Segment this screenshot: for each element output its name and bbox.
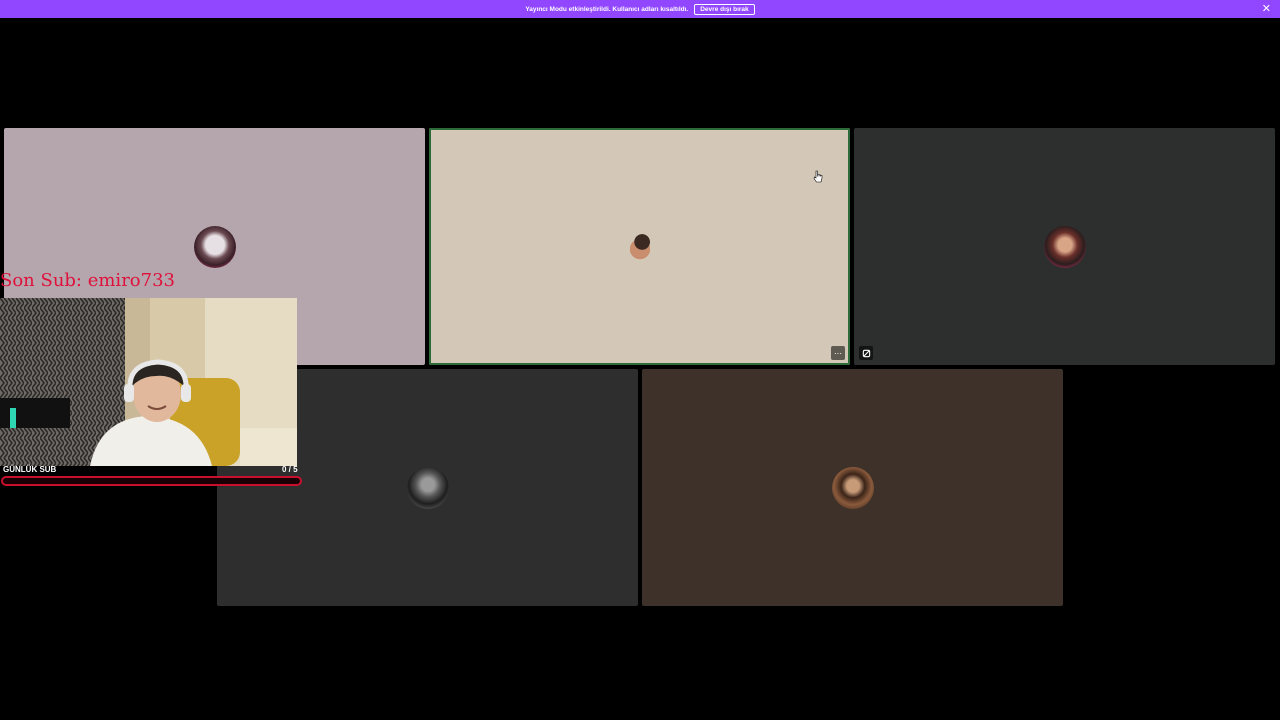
last-sub-label: Son Sub: emiro733 bbox=[0, 270, 175, 291]
participant-tile[interactable] bbox=[854, 128, 1275, 365]
daily-sub-goal-label: GÜNLÜK SUB bbox=[3, 465, 57, 474]
close-icon[interactable]: ✕ bbox=[1262, 2, 1271, 16]
participant-avatar bbox=[194, 226, 236, 268]
participant-avatar bbox=[1044, 226, 1086, 268]
participant-avatar bbox=[407, 467, 449, 509]
daily-sub-goal-count: 0 / 5 bbox=[282, 465, 298, 474]
participant-tile-active-speaker[interactable]: ⋯ bbox=[429, 128, 850, 365]
participant-avatar bbox=[619, 226, 661, 268]
participant-avatar bbox=[832, 467, 874, 509]
pointer-hand-icon bbox=[813, 170, 823, 183]
daily-sub-goal-bar bbox=[1, 476, 302, 486]
more-options-icon[interactable]: ⋯ bbox=[831, 346, 845, 360]
banner-message: Yayıncı Modu etkinleştirildi. Kullanıcı … bbox=[525, 5, 689, 13]
activity-icon[interactable] bbox=[859, 346, 873, 360]
streamer-mode-banner: Yayıncı Modu etkinleştirildi. Kullanıcı … bbox=[0, 0, 1280, 18]
participant-tile[interactable] bbox=[642, 369, 1063, 606]
streamer-webcam bbox=[0, 298, 297, 466]
disable-streamer-mode-button[interactable]: Devre dışı bırak bbox=[694, 3, 755, 15]
